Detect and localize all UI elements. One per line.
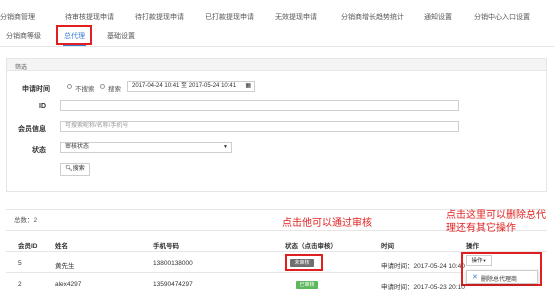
radio-search-label: 搜索 <box>108 86 121 93</box>
nav-notification-settings[interactable]: 通知设置 <box>424 12 452 22</box>
row1-divider <box>6 272 461 273</box>
member-search-placeholder: 可搜索昵称/名称/手机号 <box>65 123 129 129</box>
nav-invalid-withdrawals[interactable]: 无效提现申请 <box>275 12 317 22</box>
row2-id: 2 <box>18 281 22 288</box>
filter-panel-title: 筛选 <box>15 65 28 71</box>
delete-general-agent-option[interactable]: 删除总代理商 <box>481 274 517 283</box>
annotation-delete-note-line2: 理还有其它操作 <box>446 223 516 234</box>
nav-paid-withdrawals[interactable]: 已打款提现申请 <box>205 12 254 22</box>
close-icon: ✕ <box>472 274 478 281</box>
row1-phone: 13800138000 <box>153 260 193 267</box>
row1-name: 黄先生 <box>55 263 75 270</box>
filter-panel-header: 筛选 <box>6 58 547 71</box>
search-icon: 🔍︎ <box>65 166 73 172</box>
date-range-input[interactable]: 2017-04-24 10:41 至 2017-05-24 10:41 ▦ <box>127 81 255 92</box>
status-select-value: 审核状态 <box>65 144 90 150</box>
search-button-label: 搜索 <box>72 166 85 172</box>
status-select[interactable]: 审核状态 ▼ <box>60 142 232 153</box>
caret-down-icon: ▼ <box>223 144 228 150</box>
id-input[interactable] <box>60 100 459 111</box>
total-count: 总数：2 <box>14 217 38 224</box>
tab-basic-settings[interactable]: 基础设置 <box>107 31 135 41</box>
search-button[interactable]: 🔍︎搜索 <box>60 163 90 176</box>
row1-time: 申请时间：2017-05-24 10:40 <box>381 263 465 270</box>
id-label: ID <box>39 103 46 110</box>
col-phone: 手机号码 <box>153 243 179 250</box>
row2-name: alex4297 <box>55 281 82 288</box>
apply-time-label: 申请时间 <box>22 86 50 93</box>
tab-distributor-level[interactable]: 分销商等级 <box>6 31 41 41</box>
col-status: 状态（点击审核） <box>285 243 337 250</box>
actions-dropdown-menu: ✕ 删除总代理商 <box>466 270 538 284</box>
nav-pending-audit-withdrawals[interactable]: 待审核提现申请 <box>65 12 114 22</box>
filter-panel-bottom <box>6 191 547 192</box>
top-nav: 分销商管理 待审核提现申请 待打款提现申请 已打款提现申请 无效提现申请 分销商… <box>0 0 554 22</box>
col-time: 时间 <box>381 243 394 250</box>
member-info-label: 会员信息 <box>18 126 46 133</box>
nav-pending-payment-withdrawals[interactable]: 待打款提现申请 <box>135 12 184 22</box>
col-actions: 操作 <box>466 243 479 250</box>
row2-phone: 13590474297 <box>153 281 193 288</box>
status-label: 状态 <box>32 147 46 154</box>
row1-id: 5 <box>18 260 22 267</box>
nav-center-entry-settings[interactable]: 分销中心入口设置 <box>474 12 530 22</box>
row2-status-badge[interactable]: 已审核 <box>296 281 318 289</box>
col-member-id: 会员ID <box>18 243 38 250</box>
annotation-delete-note-line1: 点击这里可以删除总代 <box>446 210 546 221</box>
calendar-icon: ▦ <box>245 83 251 89</box>
member-search-input[interactable]: 可搜索昵称/名称/手机号 <box>60 121 459 132</box>
radio-no-search[interactable] <box>67 84 72 89</box>
row2-time: 申请时间：2017-05-23 20:10 <box>381 284 465 291</box>
col-name: 姓名 <box>55 243 68 250</box>
date-range-value: 2017-04-24 10:41 至 2017-05-24 10:41 <box>132 83 237 89</box>
radio-search[interactable] <box>100 84 105 89</box>
annotation-box-status <box>285 254 323 271</box>
radio-no-search-label: 不搜索 <box>75 86 95 93</box>
nav-growth-statistics[interactable]: 分销商增长趋势统计 <box>341 12 404 22</box>
annotation-box-general-agent-tab <box>56 25 92 45</box>
nav-distributor-management[interactable]: 分销商管理 <box>0 12 35 22</box>
annotation-audit-note: 点击他可以通过审核 <box>282 218 372 229</box>
